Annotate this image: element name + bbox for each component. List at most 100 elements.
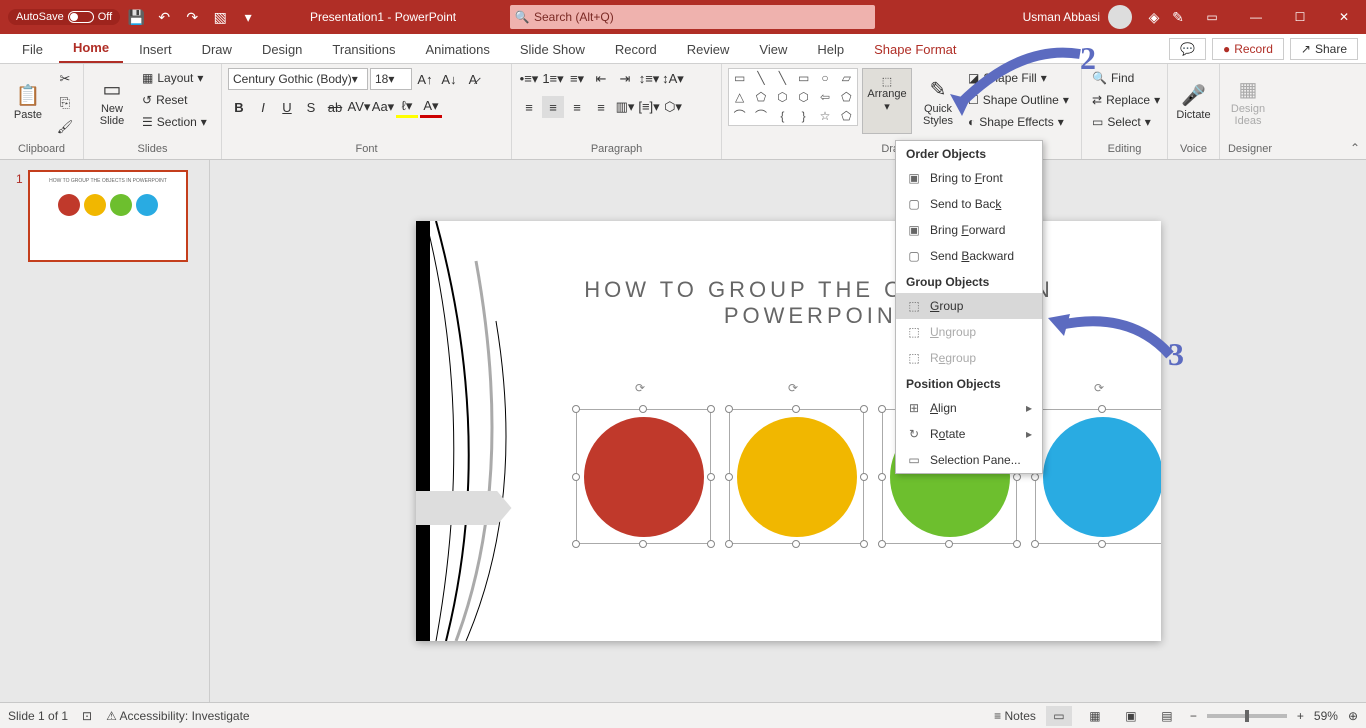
arrange-button[interactable]: ⬚Arrange▾ — [862, 68, 912, 134]
smartart-icon[interactable]: ⬡▾ — [662, 96, 684, 118]
paste-button[interactable]: 📋Paste — [6, 68, 50, 134]
avatar[interactable] — [1108, 5, 1132, 29]
normal-view-icon[interactable]: ▭ — [1046, 706, 1072, 726]
bring-forward-item[interactable]: ▣Bring Forward — [896, 217, 1042, 243]
close-icon[interactable]: ✕ — [1322, 0, 1366, 34]
autosave-toggle[interactable]: AutoSave Off — [8, 9, 120, 25]
layout-button[interactable]: ▦ Layout ▾ — [138, 68, 211, 88]
shrink-font-icon[interactable]: A↓ — [438, 68, 460, 90]
tab-view[interactable]: View — [745, 36, 801, 63]
collapse-ribbon-icon[interactable]: ⌃ — [1350, 141, 1360, 155]
circle-yellow[interactable]: ⟳ — [729, 409, 864, 544]
strike-button[interactable]: ab — [324, 96, 346, 118]
fit-window-icon[interactable]: ⊕ — [1348, 709, 1358, 723]
rotate-handle-icon[interactable]: ⟳ — [788, 381, 804, 397]
circles-group[interactable]: ⟳ ⟳ ⟳ — [576, 391, 1161, 544]
new-slide-button[interactable]: ▭New Slide — [90, 68, 134, 134]
select-button[interactable]: ▭ Select ▾ — [1088, 112, 1164, 132]
font-name-combo[interactable]: Century Gothic (Body) ▾ — [228, 68, 368, 90]
slide-canvas-area[interactable]: HOW TO GROUP THE OBJECTS IN POWERPOINT ⟳… — [210, 160, 1366, 702]
user-name[interactable]: Usman Abbasi — [1023, 10, 1100, 24]
columns-icon[interactable]: ▥▾ — [614, 96, 636, 118]
slide-thumbnail-1[interactable]: 1 HOW TO GROUP THE OBJECTS IN POWERPOINT — [28, 170, 188, 262]
numbering-button[interactable]: 1≡▾ — [542, 68, 564, 90]
save-icon[interactable]: 💾 — [124, 5, 148, 29]
zoom-slider[interactable] — [1207, 714, 1287, 718]
circle-red[interactable]: ⟳ — [576, 409, 711, 544]
circle-blue[interactable]: ⟳ — [1035, 409, 1161, 544]
tab-animations[interactable]: Animations — [412, 36, 504, 63]
maximize-icon[interactable]: ☐ — [1278, 0, 1322, 34]
tab-transitions[interactable]: Transitions — [318, 36, 409, 63]
redo-icon[interactable]: ↷ — [180, 5, 204, 29]
send-to-back-item[interactable]: ▢Send to Back — [896, 191, 1042, 217]
minimize-icon[interactable]: — — [1234, 0, 1278, 34]
dec-indent-icon[interactable]: ⇤ — [590, 68, 612, 90]
record-button[interactable]: ● Record — [1212, 38, 1284, 60]
accessibility-status[interactable]: ⚠ Accessibility: Investigate — [106, 709, 250, 723]
grow-font-icon[interactable]: A↑ — [414, 68, 436, 90]
list-level-button[interactable]: ≡▾ — [566, 68, 588, 90]
align-text-icon[interactable]: [≡]▾ — [638, 96, 660, 118]
case-button[interactable]: Aa▾ — [372, 96, 394, 118]
align-left-icon[interactable]: ≡ — [518, 96, 540, 118]
tab-help[interactable]: Help — [803, 36, 858, 63]
copy-icon[interactable]: ⎘ — [54, 92, 76, 114]
replace-button[interactable]: ⇄ Replace ▾ — [1088, 90, 1164, 110]
search-box[interactable]: 🔍 Search (Alt+Q) — [510, 5, 875, 29]
tab-home[interactable]: Home — [59, 34, 123, 63]
dictate-button[interactable]: 🎤Dictate — [1174, 68, 1213, 134]
zoom-in-icon[interactable]: + — [1297, 709, 1304, 723]
tab-review[interactable]: Review — [673, 36, 744, 63]
align-right-icon[interactable]: ≡ — [566, 96, 588, 118]
section-button[interactable]: ☰ Section ▾ — [138, 112, 211, 132]
bold-button[interactable]: B — [228, 96, 250, 118]
diamond-icon[interactable]: ◈ — [1142, 5, 1166, 29]
slide-counter[interactable]: Slide 1 of 1 — [8, 709, 68, 723]
undo-icon[interactable]: ↶ — [152, 5, 176, 29]
notes-button[interactable]: ≡ Notes — [994, 709, 1036, 723]
tab-record[interactable]: Record — [601, 36, 671, 63]
find-button[interactable]: 🔍 Find — [1088, 68, 1164, 88]
tab-insert[interactable]: Insert — [125, 36, 186, 63]
tab-draw[interactable]: Draw — [188, 36, 246, 63]
inc-indent-icon[interactable]: ⇥ — [614, 68, 636, 90]
font-color-button[interactable]: A▾ — [420, 96, 442, 118]
ribbon-display-icon[interactable]: ▭ — [1190, 0, 1234, 34]
sorter-view-icon[interactable]: ▦ — [1082, 706, 1108, 726]
zoom-percent[interactable]: 59% — [1314, 709, 1338, 723]
design-ideas-button[interactable]: ▦Design Ideas — [1226, 68, 1270, 134]
present-icon[interactable]: ▧ — [208, 5, 232, 29]
spacing-button[interactable]: AV▾ — [348, 96, 370, 118]
line-spacing-icon[interactable]: ↕≡▾ — [638, 68, 660, 90]
bring-to-front-item[interactable]: ▣Bring to Front — [896, 165, 1042, 191]
rotate-handle-icon[interactable]: ⟳ — [1094, 381, 1110, 397]
wand-icon[interactable]: ✎ — [1166, 5, 1190, 29]
language-icon[interactable]: ⊡ — [82, 709, 92, 723]
comments-button[interactable]: 💬 — [1169, 38, 1206, 60]
shadow-button[interactable]: S — [300, 96, 322, 118]
font-size-combo[interactable]: 18 ▾ — [370, 68, 412, 90]
selection-pane-item[interactable]: ▭Selection Pane... — [896, 447, 1042, 473]
clear-format-icon[interactable]: A̷ — [462, 68, 484, 90]
tab-slideshow[interactable]: Slide Show — [506, 36, 599, 63]
group-item[interactable]: ⬚Group — [896, 293, 1042, 319]
shapes-gallery[interactable]: ▭╲╲▭○▱ △⬠⬡⬡⇦⬠ ⌒⌒{}☆⬠ — [728, 68, 858, 126]
reset-button[interactable]: ↺ Reset — [138, 90, 211, 110]
zoom-out-icon[interactable]: − — [1190, 709, 1197, 723]
justify-icon[interactable]: ≡ — [590, 96, 612, 118]
tab-design[interactable]: Design — [248, 36, 316, 63]
italic-button[interactable]: I — [252, 96, 274, 118]
qat-more-icon[interactable]: ▾ — [236, 5, 260, 29]
cut-icon[interactable]: ✂ — [54, 68, 76, 90]
share-button[interactable]: ↗ Share — [1290, 38, 1358, 60]
text-direction-icon[interactable]: ↕A▾ — [662, 68, 684, 90]
reading-view-icon[interactable]: ▣ — [1118, 706, 1144, 726]
align-item[interactable]: ⊞Align▸ — [896, 395, 1042, 421]
thumbnail-pane[interactable]: 1 HOW TO GROUP THE OBJECTS IN POWERPOINT — [0, 160, 210, 702]
underline-button[interactable]: U — [276, 96, 298, 118]
rotate-handle-icon[interactable]: ⟳ — [635, 381, 651, 397]
align-center-icon[interactable]: ≡ — [542, 96, 564, 118]
format-painter-icon[interactable]: 🖌 — [54, 116, 76, 138]
send-backward-item[interactable]: ▢Send Backward — [896, 243, 1042, 269]
